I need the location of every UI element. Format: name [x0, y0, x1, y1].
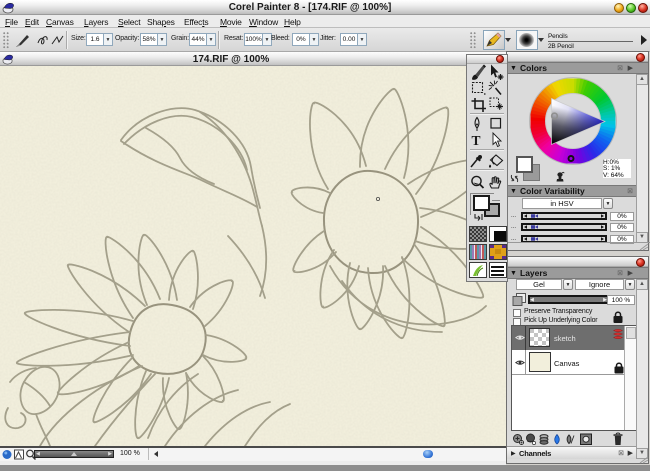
- svg-text:T: T: [472, 133, 481, 148]
